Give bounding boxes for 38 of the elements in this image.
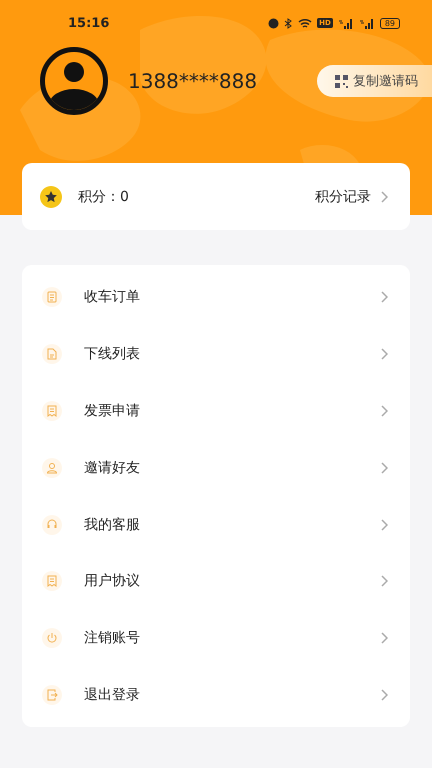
chevron-icon (381, 291, 388, 304)
menu-item[interactable]: 我的客服 (22, 496, 410, 553)
status-time: 15:16 (68, 16, 110, 30)
power-icon (42, 628, 62, 648)
menu-item[interactable]: 注销账号 (22, 610, 410, 667)
star-badge-icon (40, 186, 62, 208)
chevron-icon (381, 348, 388, 360)
signal-icon (358, 18, 375, 28)
person-icon (42, 458, 62, 478)
qr-code-icon (335, 74, 348, 88)
chevron-icon (381, 632, 388, 644)
menu-item[interactable]: 退出登录 (22, 666, 410, 724)
menu-item[interactable]: 下线列表 (22, 326, 410, 383)
points-label: 积分：0 (78, 188, 130, 206)
menu-item[interactable]: 用户协议 (22, 552, 410, 610)
logout-icon (42, 684, 62, 705)
chevron-icon (381, 462, 388, 474)
menu-item[interactable]: 邀请好友 (22, 439, 410, 496)
wifi-icon (298, 18, 312, 28)
avatar-icon (40, 47, 108, 115)
chevron-icon (381, 518, 388, 531)
menu-item[interactable]: 发票申请 (22, 382, 410, 440)
phone-number: 1388****888 (128, 69, 258, 93)
points-record-link[interactable]: 积分记录 (315, 188, 388, 206)
chevron-icon (381, 190, 388, 202)
signal-icon (338, 18, 354, 28)
receipt-icon (42, 571, 62, 592)
chevron-icon (381, 404, 388, 417)
battery-indicator: 89 (380, 18, 400, 28)
receipt-icon (42, 400, 62, 421)
file-icon (42, 344, 62, 364)
copy-invite-code-button[interactable]: 复制邀请码 (317, 65, 432, 97)
menu-item[interactable]: 收车订单 (22, 269, 410, 326)
chevron-icon (381, 575, 388, 588)
bluetooth-icon (284, 18, 294, 28)
chevron-icon (381, 688, 388, 701)
headset-icon (42, 514, 62, 535)
doc-icon (42, 287, 62, 308)
